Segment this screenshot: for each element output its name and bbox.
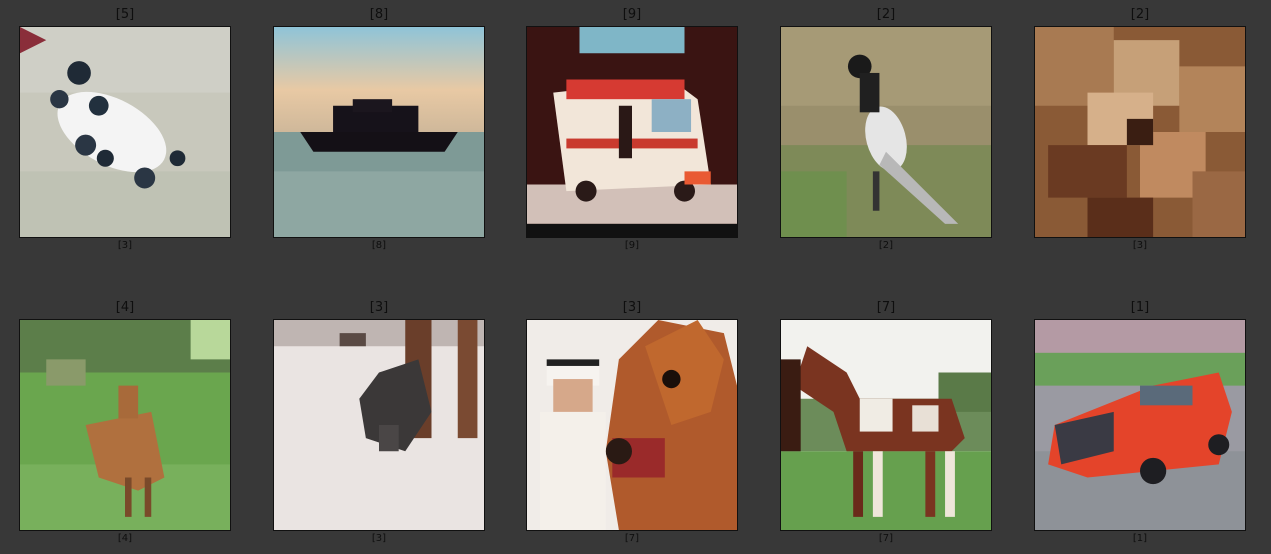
cat-image: [273, 319, 485, 531]
truck-image: [526, 26, 738, 238]
true-label: [1]: [1130, 300, 1150, 315]
horse-image: [780, 319, 992, 531]
true-label: [4]: [115, 300, 135, 315]
horse-with-man-image: [526, 319, 738, 531]
predicted-label: [3]: [371, 533, 387, 544]
true-label: [7]: [876, 300, 896, 315]
predicted-label: [2]: [878, 240, 894, 251]
bird-closeup-image: [1034, 26, 1246, 238]
true-label: [3]: [369, 300, 389, 315]
predicted-label: [3]: [117, 240, 133, 251]
image-grid-figure: [5] [3] [8] [8] [9] [9] [2] [2] [2] [3] …: [0, 0, 1271, 554]
true-label: [9]: [622, 7, 642, 22]
deer-image: [19, 319, 231, 531]
predicted-label: [8]: [371, 240, 387, 251]
predicted-label: [7]: [624, 533, 640, 544]
predicted-label: [3]: [1132, 240, 1148, 251]
predicted-label: [9]: [624, 240, 640, 251]
predicted-label: [1]: [1132, 533, 1148, 544]
car-image: [1034, 319, 1246, 531]
true-label: [2]: [1130, 7, 1150, 22]
true-label: [2]: [876, 7, 896, 22]
predicted-label: [4]: [117, 533, 133, 544]
dog-image: [19, 26, 231, 238]
true-label: [3]: [622, 300, 642, 315]
true-label: [5]: [115, 7, 135, 22]
bird-image: [780, 26, 992, 238]
predicted-label: [7]: [878, 533, 894, 544]
ship-image: [273, 26, 485, 238]
true-label: [8]: [369, 7, 389, 22]
